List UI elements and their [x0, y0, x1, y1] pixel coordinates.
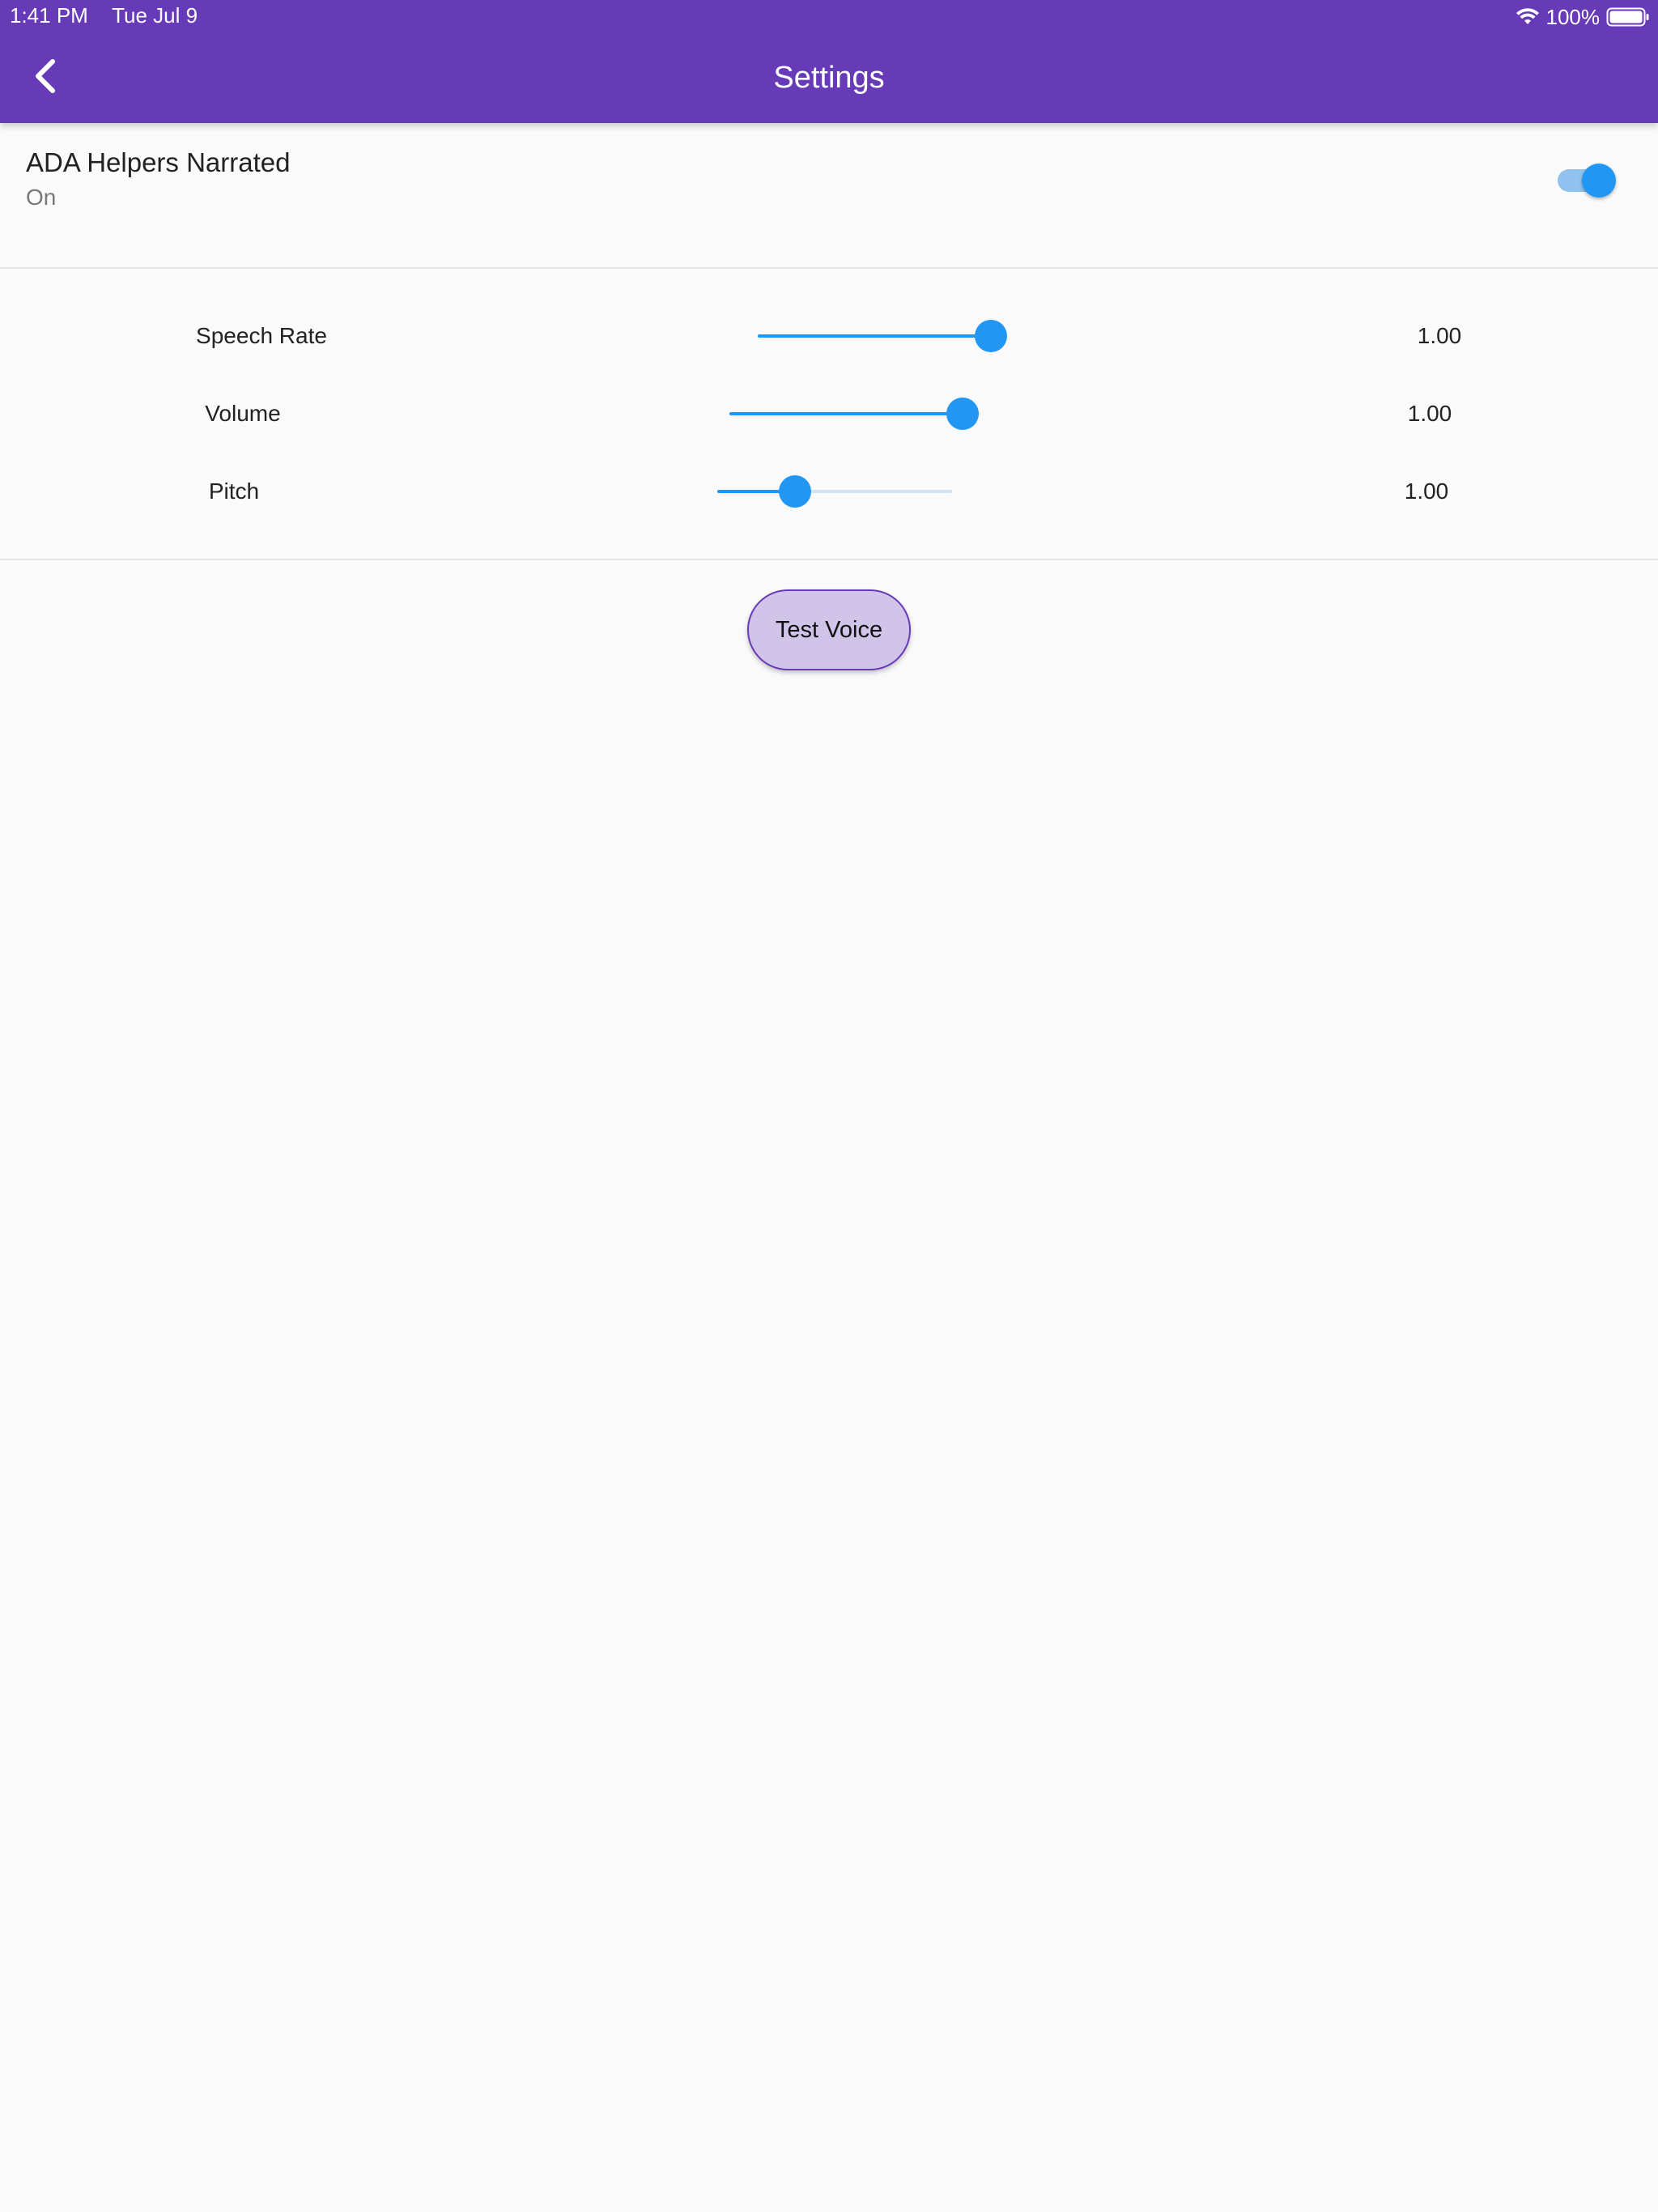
pitch-value: 1.00 — [1404, 479, 1449, 504]
volume-label: Volume — [205, 401, 281, 426]
slider-thumb[interactable] — [946, 398, 979, 430]
status-bar-right: 100% — [1516, 3, 1651, 31]
slider-thumb[interactable] — [975, 320, 1007, 352]
narration-toggle-switch[interactable] — [1554, 162, 1619, 199]
pitch-slider[interactable] — [717, 475, 952, 508]
status-bar-left: 1:41 PM Tue Jul 9 — [10, 3, 198, 28]
speech-rate-slider[interactable] — [758, 320, 1007, 352]
volume-slider[interactable] — [729, 398, 979, 430]
page-title: Settings — [773, 61, 885, 95]
speech-rate-label: Speech Rate — [196, 323, 327, 348]
status-time: 1:41 PM — [10, 3, 88, 28]
battery-icon — [1606, 6, 1650, 28]
narration-setting-status: On — [26, 185, 57, 210]
app-bar: 1:41 PM Tue Jul 9 100% Settings — [0, 0, 1658, 123]
slider-active-track — [729, 412, 963, 415]
test-voice-button[interactable]: Test Voice — [747, 589, 911, 670]
slider-active-track — [758, 334, 991, 338]
narration-setting-title: ADA Helpers Narrated — [26, 147, 291, 177]
volume-value: 1.00 — [1407, 401, 1452, 426]
voice-settings-section: Speech Rate 1.00 Volume 1.00 Pitch 1.00 — [0, 269, 1658, 560]
wifi-icon — [1516, 8, 1540, 26]
toggle-thumb — [1582, 164, 1616, 198]
slider-thumb[interactable] — [778, 475, 811, 508]
status-date: Tue Jul 9 — [112, 3, 198, 28]
pitch-label: Pitch — [208, 479, 260, 504]
speech-rate-value: 1.00 — [1417, 323, 1462, 348]
narration-setting-tile[interactable]: ADA Helpers Narrated On — [0, 123, 1658, 269]
battery-percent: 100% — [1545, 4, 1601, 29]
